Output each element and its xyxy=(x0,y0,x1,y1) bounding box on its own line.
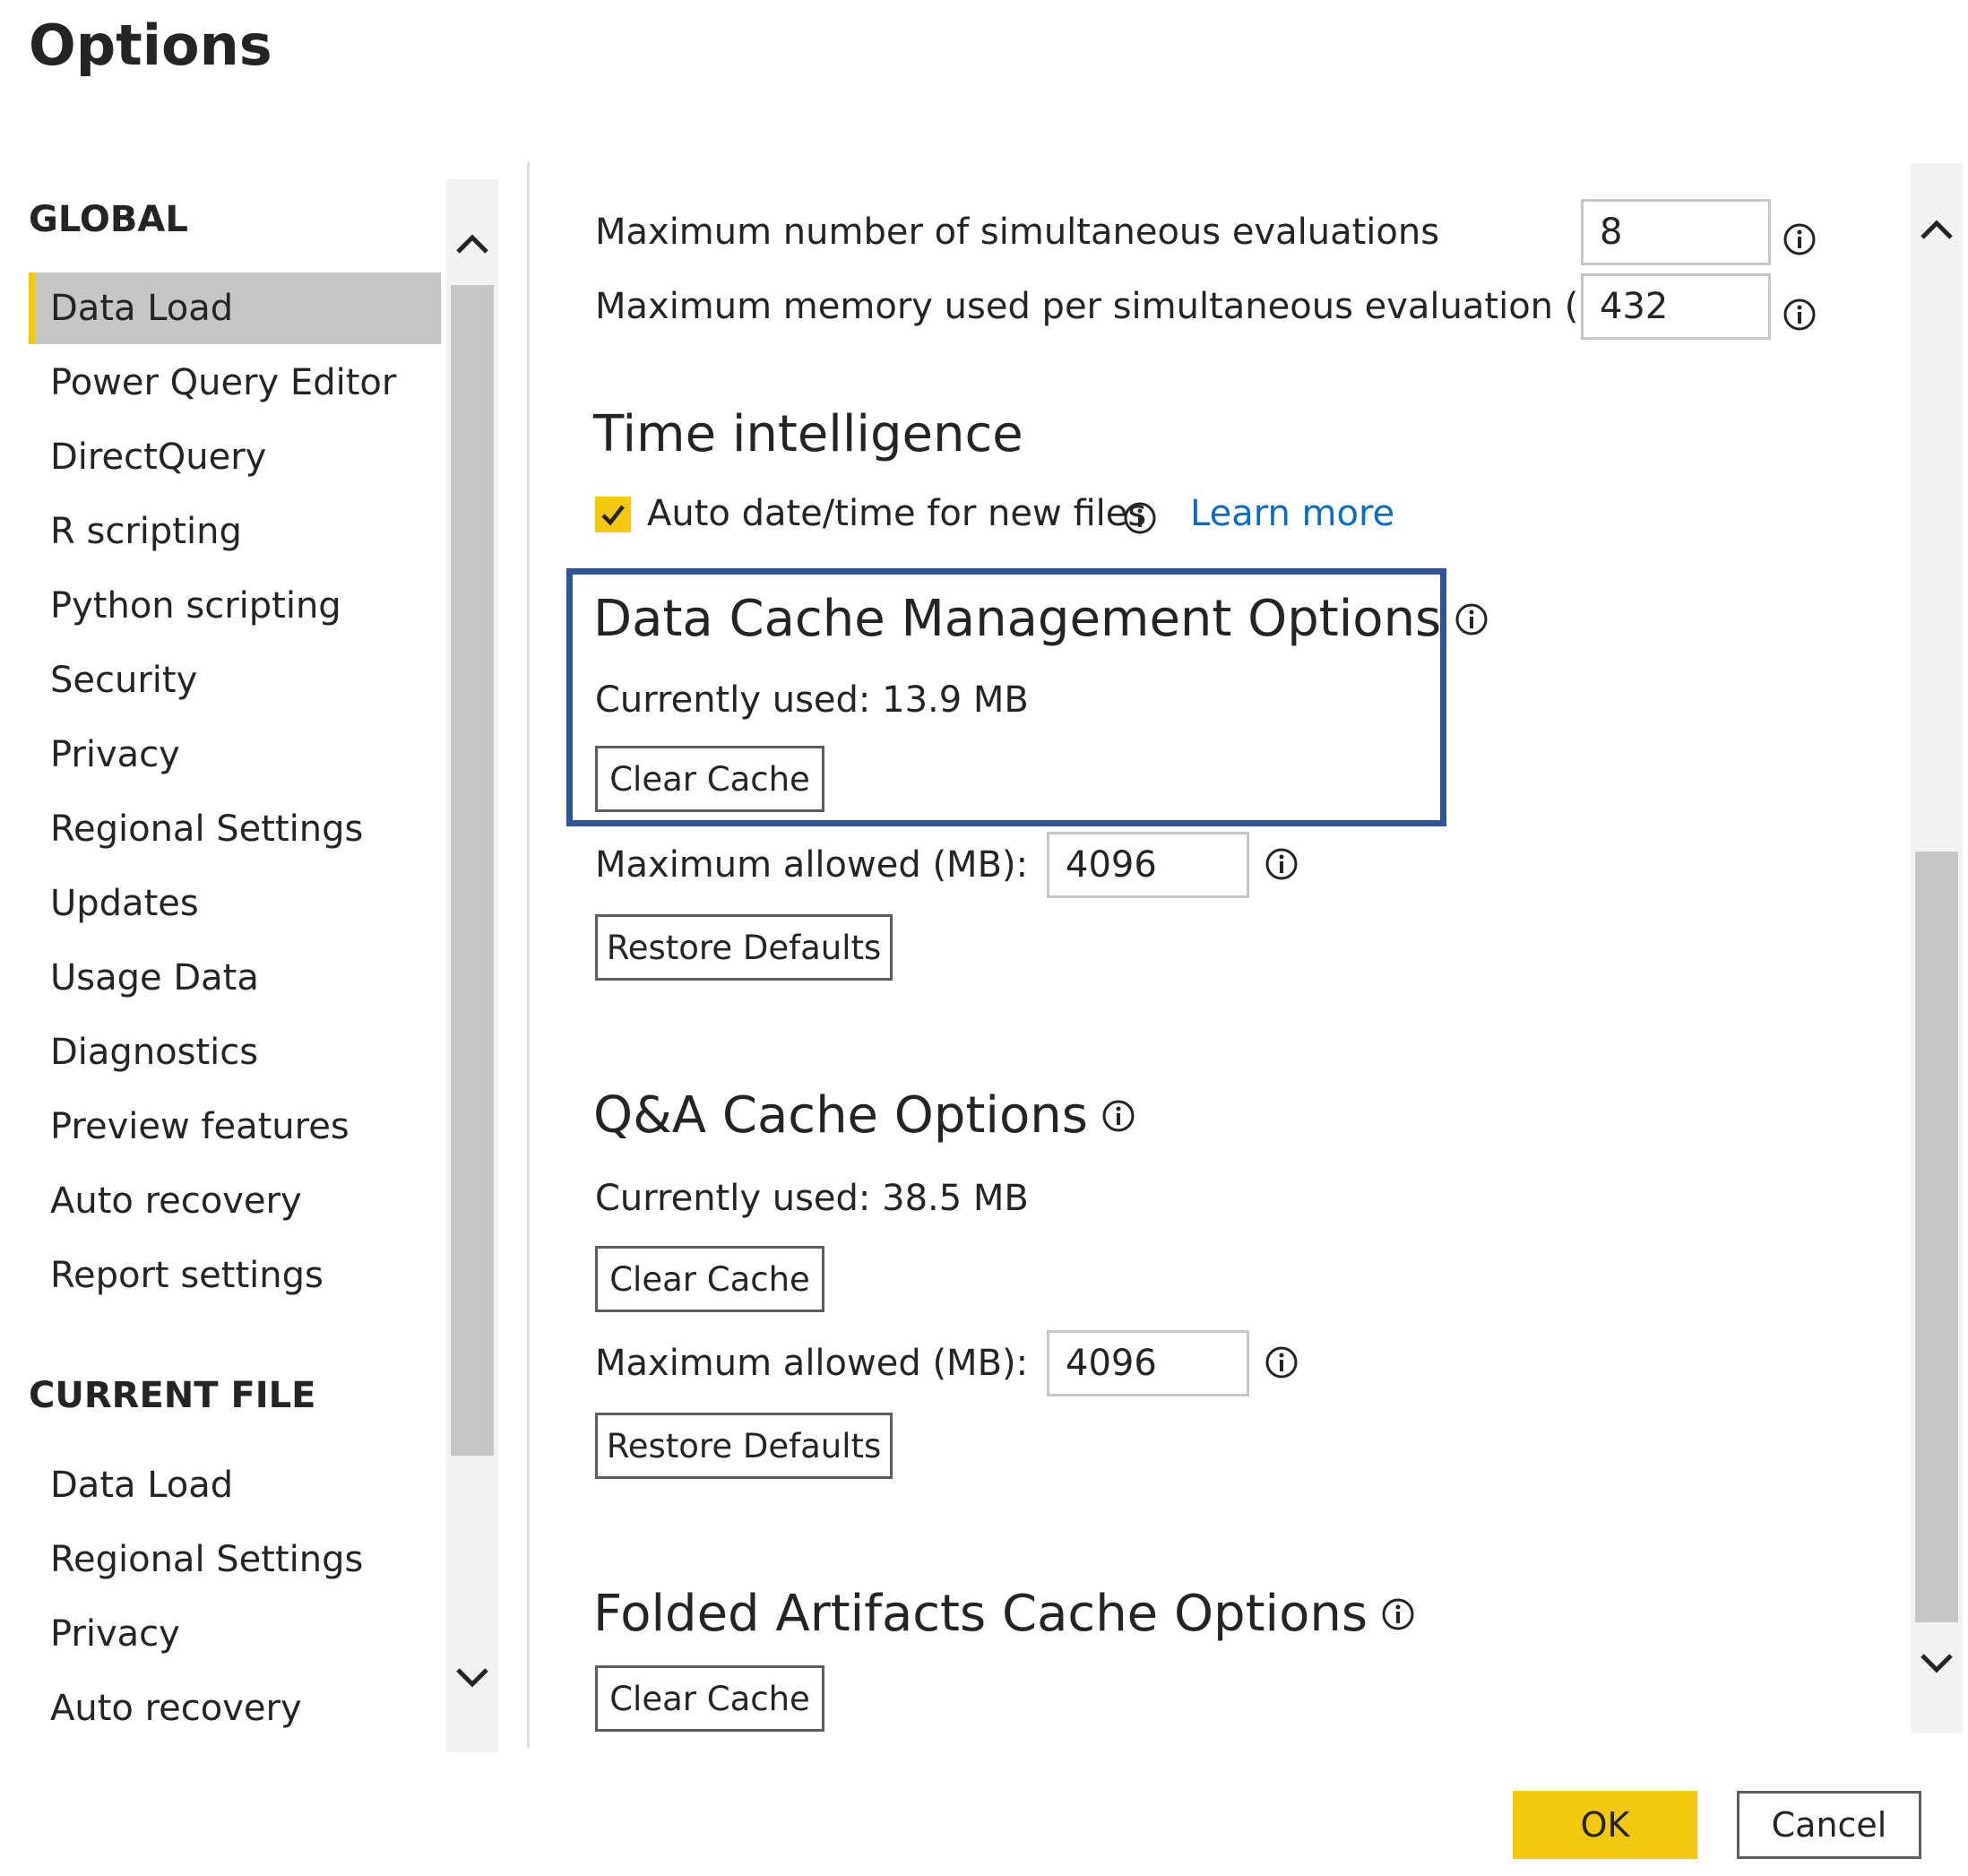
sidebar-item-current-regional-settings[interactable]: Regional Settings xyxy=(29,1524,441,1595)
info-icon xyxy=(1265,848,1298,880)
info-icon xyxy=(1783,223,1816,255)
sidebar-item-report-settings[interactable]: Report settings xyxy=(29,1240,441,1311)
chevron-down-icon[interactable] xyxy=(1919,1646,1955,1681)
current-file-heading: CURRENT FILE xyxy=(29,1375,316,1416)
info-icon xyxy=(1382,1598,1414,1630)
auto-datetime-label: Auto date/time for new files xyxy=(647,493,1147,534)
chevron-down-icon[interactable] xyxy=(454,1660,490,1696)
qa-cache-heading-row: Q&A Cache Options xyxy=(593,1086,1136,1145)
global-heading: GLOBAL xyxy=(29,199,188,240)
data-cache-max-allowed-input[interactable] xyxy=(1047,832,1249,898)
qa-cache-restore-defaults-button[interactable]: Restore Defaults xyxy=(595,1413,893,1479)
sidebar-scrollbar-thumb[interactable] xyxy=(451,285,494,1456)
sidebar-item-diagnostics[interactable]: Diagnostics xyxy=(29,1016,441,1088)
data-cache-currently-used: Currently used: 13.9 MB xyxy=(595,679,1029,721)
qa-cache-heading: Q&A Cache Options xyxy=(593,1086,1088,1145)
folded-artifacts-heading: Folded Artifacts Cache Options xyxy=(593,1585,1368,1643)
data-cache-heading: Data Cache Management Options xyxy=(593,590,1442,648)
sidebar-item-current-privacy[interactable]: Privacy xyxy=(29,1598,441,1670)
checkmark-icon xyxy=(601,505,625,526)
sidebar-item-current-auto-recovery[interactable]: Auto recovery xyxy=(29,1673,441,1744)
content-scrollbar[interactable] xyxy=(1911,163,1963,1733)
data-cache-restore-defaults-button[interactable]: Restore Defaults xyxy=(595,914,893,981)
sidebar-item-preview-features[interactable]: Preview features xyxy=(29,1091,441,1163)
data-cache-heading-row: Data Cache Management Options xyxy=(593,590,1489,648)
content-scrollbar-thumb[interactable] xyxy=(1915,852,1958,1622)
data-cache-max-allowed-label: Maximum allowed (MB): xyxy=(595,844,1029,886)
chevron-up-icon[interactable] xyxy=(454,226,490,262)
sidebar-scrollbar[interactable] xyxy=(446,179,498,1752)
dialog-title: Options xyxy=(29,13,272,78)
sidebar-item-usage-data[interactable]: Usage Data xyxy=(29,942,441,1014)
folded-artifacts-heading-row: Folded Artifacts Cache Options xyxy=(593,1585,1416,1643)
data-cache-clear-button[interactable]: Clear Cache xyxy=(595,746,824,812)
sidebar-item-power-query-editor[interactable]: Power Query Editor xyxy=(29,347,441,419)
qa-cache-max-allowed-label: Maximum allowed (MB): xyxy=(595,1343,1029,1384)
pane-divider xyxy=(527,161,530,1748)
sidebar-item-auto-recovery[interactable]: Auto recovery xyxy=(29,1165,441,1237)
sidebar-item-r-scripting[interactable]: R scripting xyxy=(29,496,441,567)
max-memory-per-evaluation-label: Maximum memory used per simultaneous eva… xyxy=(595,286,1648,327)
sidebar-item-directquery[interactable]: DirectQuery xyxy=(29,421,441,493)
folded-artifacts-clear-button[interactable]: Clear Cache xyxy=(595,1665,824,1732)
sidebar-item-data-load[interactable]: Data Load xyxy=(29,272,441,344)
info-icon xyxy=(1455,603,1488,635)
ok-button[interactable]: OK xyxy=(1513,1791,1697,1859)
sidebar-item-python-scripting[interactable]: Python scripting xyxy=(29,570,441,642)
qa-cache-currently-used: Currently used: 38.5 MB xyxy=(595,1178,1029,1219)
info-icon xyxy=(1102,1100,1135,1131)
sidebar-item-current-data-load[interactable]: Data Load xyxy=(29,1449,441,1521)
auto-datetime-checkbox[interactable] xyxy=(595,497,631,532)
max-memory-per-evaluation-input[interactable] xyxy=(1581,273,1771,340)
info-icon xyxy=(1783,298,1816,331)
info-icon xyxy=(1265,1346,1298,1379)
chevron-up-icon[interactable] xyxy=(1919,212,1955,247)
cancel-button[interactable]: Cancel xyxy=(1737,1791,1921,1859)
info-icon xyxy=(1124,502,1156,534)
sidebar-item-regional-settings[interactable]: Regional Settings xyxy=(29,793,441,865)
max-simultaneous-evaluations-input[interactable] xyxy=(1581,199,1771,265)
sidebar-item-updates[interactable]: Updates xyxy=(29,868,441,939)
time-intelligence-heading: Time intelligence xyxy=(593,405,1023,463)
sidebar-item-security[interactable]: Security xyxy=(29,644,441,716)
qa-cache-max-allowed-input[interactable] xyxy=(1047,1330,1249,1396)
sidebar-item-privacy[interactable]: Privacy xyxy=(29,719,441,791)
max-simultaneous-evaluations-label: Maximum number of simultaneous evaluatio… xyxy=(595,212,1440,253)
qa-cache-clear-button[interactable]: Clear Cache xyxy=(595,1246,824,1312)
learn-more-link[interactable]: Learn more xyxy=(1190,493,1394,534)
